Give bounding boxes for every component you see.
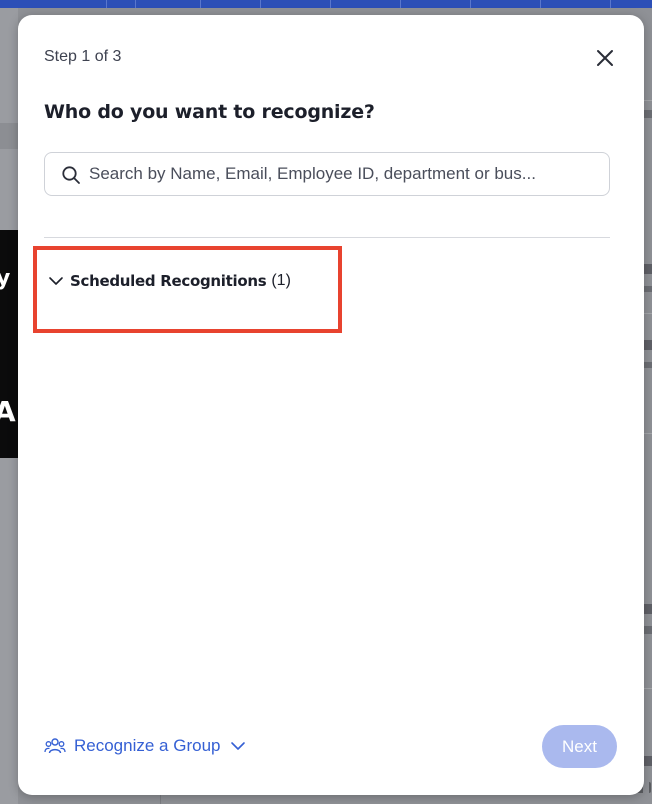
background-banner: y A [0, 230, 18, 458]
scheduled-recognitions-toggle[interactable]: Scheduled Recognitions (1) [48, 270, 291, 292]
chevron-down-icon [231, 742, 246, 750]
search-input[interactable] [89, 153, 597, 195]
group-icon [44, 738, 66, 754]
search-icon [62, 166, 80, 184]
search-field[interactable] [44, 152, 610, 196]
background-top-bar [0, 0, 652, 8]
divider [44, 237, 610, 238]
close-icon [597, 50, 613, 66]
section-count: (1) [271, 272, 291, 289]
section-label: Scheduled Recognitions [70, 272, 267, 290]
recognize-group-button[interactable]: Recognize a Group [44, 733, 246, 759]
recognize-group-label: Recognize a Group [74, 736, 221, 755]
close-button[interactable] [594, 47, 616, 69]
step-indicator: Step 1 of 3 [44, 48, 122, 65]
modal-title: Who do you want to recognize? [44, 101, 375, 123]
chevron-down-icon [49, 277, 63, 285]
next-button[interactable]: Next [542, 725, 617, 768]
recognition-modal: Step 1 of 3 Who do you want to recognize… [18, 15, 644, 795]
